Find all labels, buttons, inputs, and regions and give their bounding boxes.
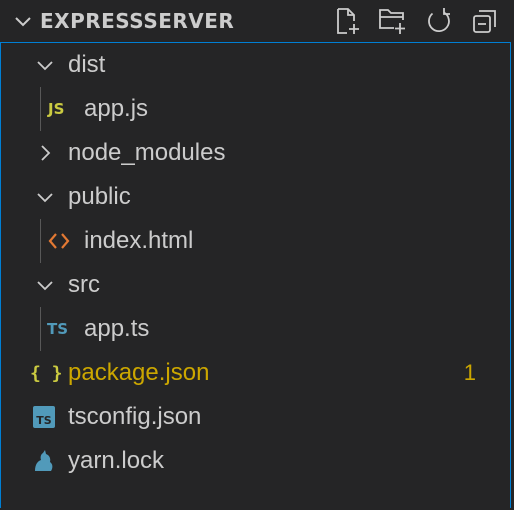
section-title: EXPRESSSERVER	[40, 9, 235, 33]
section-actions	[332, 6, 500, 36]
file-tree: dist JS app.js node_modules public index…	[0, 43, 510, 483]
file-row-index-html[interactable]: index.html	[0, 219, 510, 263]
yarn-file-icon	[32, 449, 54, 473]
collapse-all-button[interactable]	[470, 6, 500, 36]
explorer-panel: EXPRESSSERVER dist JS app.js node_module…	[0, 0, 514, 510]
folder-label: src	[68, 271, 100, 298]
tsconfig-file-icon: TS	[32, 405, 56, 429]
javascript-file-icon: JS	[48, 100, 65, 118]
refresh-icon	[428, 8, 450, 32]
html-file-icon	[48, 229, 70, 253]
collapse-all-icon	[473, 10, 496, 33]
folder-label: public	[68, 183, 131, 210]
folder-row-dist[interactable]: dist	[0, 43, 510, 87]
chevron-right-icon[interactable]	[34, 142, 56, 164]
new-folder-icon	[379, 9, 405, 34]
refresh-button[interactable]	[424, 6, 454, 36]
file-row-app-js[interactable]: JS app.js	[0, 87, 510, 131]
section-header[interactable]: EXPRESSSERVER	[0, 0, 514, 42]
new-file-button[interactable]	[332, 6, 362, 36]
file-label: index.html	[84, 227, 194, 254]
folder-label: dist	[68, 51, 106, 78]
chevron-down-icon[interactable]	[34, 186, 56, 208]
folder-row-node-modules[interactable]: node_modules	[0, 131, 510, 175]
new-folder-button[interactable]	[378, 6, 408, 36]
problem-count-badge: 1	[463, 360, 476, 385]
svg-text:TS: TS	[36, 414, 52, 427]
file-label: yarn.lock	[68, 447, 165, 474]
folder-label: node_modules	[68, 139, 226, 166]
folder-row-public[interactable]: public	[0, 175, 510, 219]
file-label: package.json	[68, 359, 210, 386]
chevron-down-icon[interactable]	[34, 274, 56, 296]
new-file-icon	[337, 8, 359, 34]
json-file-icon: { }	[30, 362, 63, 384]
chevron-down-icon[interactable]	[34, 54, 56, 76]
file-row-package-json[interactable]: { } package.json 1	[0, 351, 510, 395]
chevron-down-icon[interactable]	[12, 10, 34, 32]
file-row-tsconfig-json[interactable]: TS tsconfig.json	[0, 395, 510, 439]
file-label: app.ts	[84, 315, 150, 342]
file-row-yarn-lock[interactable]: yarn.lock	[0, 439, 510, 483]
folder-row-src[interactable]: src	[0, 263, 510, 307]
typescript-file-icon: TS	[47, 320, 69, 338]
file-label: app.js	[84, 95, 149, 122]
file-label: tsconfig.json	[68, 403, 202, 430]
file-row-app-ts[interactable]: TS app.ts	[0, 307, 510, 351]
